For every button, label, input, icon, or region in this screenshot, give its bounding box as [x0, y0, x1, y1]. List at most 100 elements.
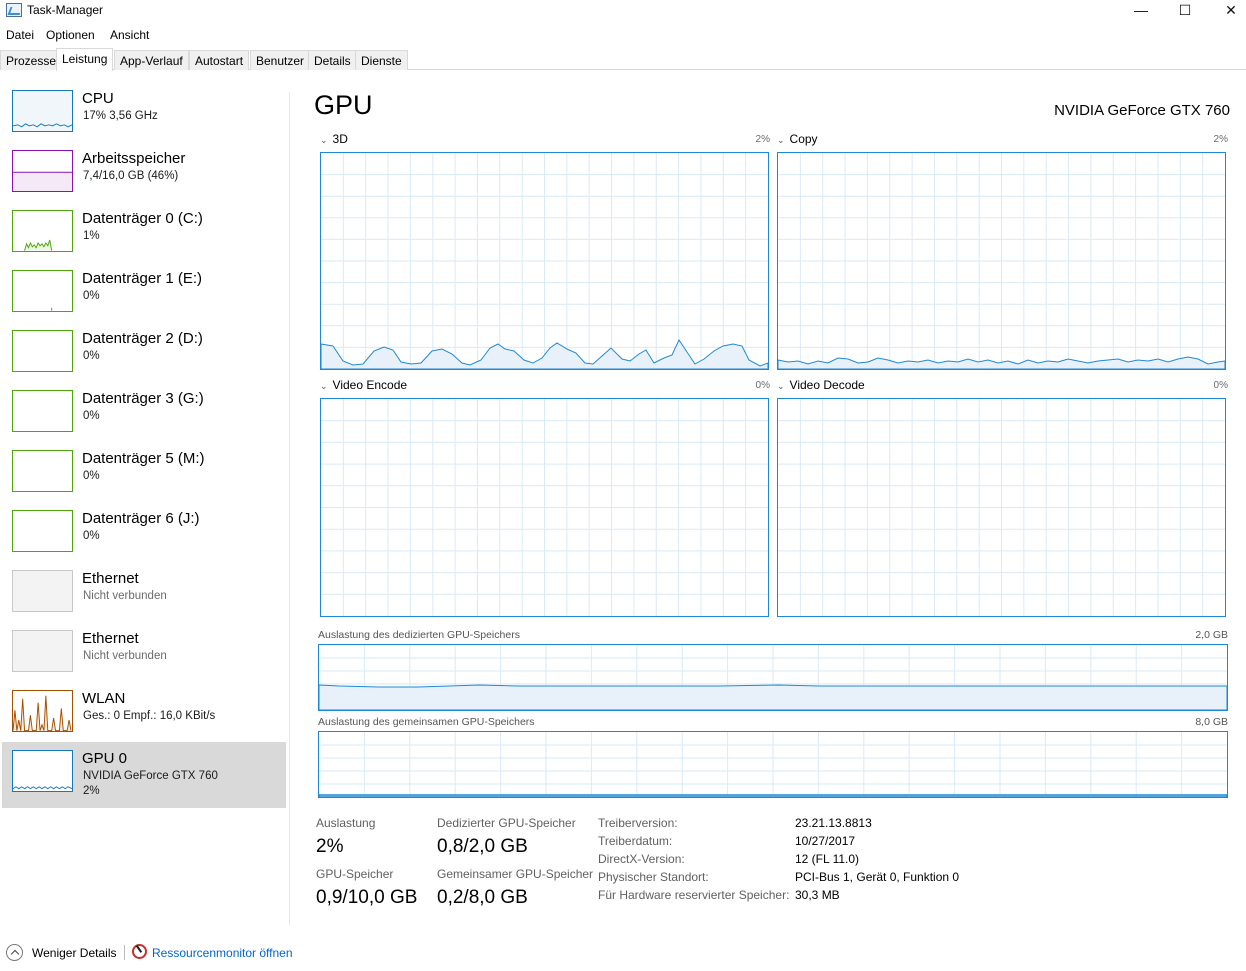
sidebar-item-disk-0[interactable]: Datenträger 0 (C:) 1% [2, 202, 286, 268]
tab-leistung[interactable]: Leistung [56, 48, 114, 71]
driver-date-value: 10/27/2017 [795, 834, 856, 848]
task-manager-icon [6, 3, 22, 17]
sidebar-item-subtitle: 0% [83, 290, 100, 302]
sidebar-item-title: Datenträger 5 (M:) [82, 450, 205, 467]
graph-percent: 2% [1213, 134, 1228, 145]
sidebar-item-subtitle: 17% 3,56 GHz [83, 110, 158, 122]
sidebar-item-subtitle: NVIDIA GeForce GTX 760 [83, 770, 218, 782]
sidebar-item-cpu[interactable]: CPU 17% 3,56 GHz [2, 82, 286, 148]
usage-value: 2% [316, 836, 344, 857]
title-bar: Task-Manager — ☐ ✕ [0, 0, 1246, 22]
ethernet-thumbnail-graph [12, 570, 73, 612]
sidebar-item-subtitle: 0% [83, 350, 100, 362]
dedicated-memory-stat-value: 0,8/2,0 GB [437, 836, 528, 857]
sidebar-item-subtitle: Ges.: 0 Empf.: 16,0 KBit/s [83, 710, 216, 722]
wlan-thumbnail-graph [12, 690, 73, 732]
sidebar-item-disk-1[interactable]: Datenträger 1 (E:) 0% [2, 262, 286, 328]
sidebar-item-ethernet-2[interactable]: Ethernet Nicht verbunden [2, 622, 286, 688]
physical-location-label: Physischer Standort: [598, 870, 709, 884]
close-button[interactable]: ✕ [1208, 0, 1246, 22]
graph-video-decode [777, 398, 1226, 617]
sidebar-item-title: Arbeitsspeicher [82, 150, 186, 167]
sidebar-item-subtitle: Nicht verbunden [83, 650, 167, 662]
sidebar-item-gpu-0[interactable]: GPU 0 NVIDIA GeForce GTX 760 2% [2, 742, 286, 808]
open-resource-monitor-link[interactable]: Ressourcenmonitor öffnen [152, 946, 293, 960]
graph-label: Copy [789, 132, 818, 146]
graph-selector-copy[interactable]: ⌄ Copy [777, 132, 818, 146]
resource-monitor-icon[interactable] [132, 944, 147, 959]
sidebar-item-subtitle: 0% [83, 530, 100, 542]
sidebar-item-disk-3[interactable]: Datenträger 3 (G:) 0% [2, 382, 286, 448]
graph-label: Video Encode [332, 378, 408, 392]
tab-prozesse[interactable]: Prozesse [0, 50, 63, 70]
graph-selector-video-decode[interactable]: ⌄ Video Decode [777, 378, 865, 392]
disk-thumbnail-graph [12, 510, 73, 552]
sidebar-item-title: Datenträger 6 (J:) [82, 510, 200, 527]
menu-optionen[interactable]: Optionen [46, 28, 95, 42]
reserved-memory-value: 30,3 MB [795, 888, 840, 902]
minimize-button[interactable]: — [1118, 0, 1164, 22]
shared-memory-stat-label: Gemeinsamer GPU-Speicher [437, 867, 594, 881]
chevron-down-icon: ⌄ [320, 381, 328, 391]
sidebar-item-ethernet-1[interactable]: Ethernet Nicht verbunden [2, 562, 286, 628]
tab-bar: Prozesse Leistung App-Verlauf Autostart … [0, 48, 1246, 71]
sidebar-item-title: Datenträger 2 (D:) [82, 330, 203, 347]
graph-percent: 0% [1213, 380, 1228, 391]
shared-memory-max: 8,0 GB [1195, 716, 1228, 728]
gpu-memory-label: GPU-Speicher [316, 867, 394, 881]
gpu-thumbnail-graph [12, 750, 73, 792]
sidebar-item-title: GPU 0 [82, 750, 128, 767]
usage-label: Auslastung [316, 816, 376, 830]
sidebar-item-subtitle: 0% [83, 410, 100, 422]
graph-video-encode [320, 398, 769, 617]
sidebar-item-title: CPU [82, 90, 114, 107]
menu-datei[interactable]: Datei [6, 28, 34, 42]
sidebar-item-subtitle: 0% [83, 470, 100, 482]
sidebar-item-subtitle: Nicht verbunden [83, 590, 167, 602]
driver-version-value: 23.21.13.8813 [795, 816, 872, 830]
tab-dienste[interactable]: Dienste [355, 50, 408, 70]
physical-location-value: PCI-Bus 1, Gerät 0, Funktion 0 [795, 870, 960, 884]
sidebar-item-disk-5[interactable]: Datenträger 5 (M:) 0% [2, 442, 286, 508]
sidebar-item-disk-6[interactable]: Datenträger 6 (J:) 0% [2, 502, 286, 568]
graph-selector-video-encode[interactable]: ⌄ Video Encode [320, 378, 407, 392]
sidebar-item-subtitle-2: 2% [83, 785, 100, 797]
sidebar-item-title: Ethernet [82, 570, 139, 587]
tab-autostart[interactable]: Autostart [189, 50, 250, 70]
directx-version-value: 12 (FL 11.0) [795, 852, 860, 866]
chevron-down-icon: ⌄ [777, 381, 785, 391]
driver-version-label: Treiberversion: [598, 816, 678, 830]
shared-memory-stat-value: 0,2/8,0 GB [437, 887, 528, 908]
sidebar-item-memory[interactable]: Arbeitsspeicher 7,4/16,0 GB (46%) [2, 142, 286, 208]
ethernet-thumbnail-graph [12, 630, 73, 672]
dedicated-memory-graph [318, 644, 1228, 711]
sidebar-item-subtitle: 1% [83, 230, 100, 242]
shared-memory-graph [318, 731, 1228, 798]
tab-app-verlauf[interactable]: App-Verlauf [114, 50, 189, 70]
graph-percent: 2% [755, 134, 770, 145]
tab-details[interactable]: Details [308, 50, 357, 70]
disk-thumbnail-graph [12, 330, 73, 372]
graph-label: Video Decode [789, 378, 865, 392]
gpu-memory-value: 0,9/10,0 GB [316, 887, 418, 908]
maximize-button[interactable]: ☐ [1162, 0, 1208, 22]
footer-divider [124, 945, 125, 960]
graph-selector-3d[interactable]: ⌄ 3D [320, 132, 348, 146]
cpu-thumbnail-graph [12, 90, 73, 132]
reserved-memory-label: Für Hardware reservierter Speicher: [598, 888, 790, 902]
gpu-device-name: NVIDIA GeForce GTX 760 [1054, 102, 1230, 119]
sidebar-item-disk-2[interactable]: Datenträger 2 (D:) 0% [2, 322, 286, 388]
fewer-details-link[interactable]: Weniger Details [32, 946, 116, 960]
sidebar-item-subtitle: 7,4/16,0 GB (46%) [83, 170, 179, 182]
driver-date-label: Treiberdatum: [598, 834, 673, 848]
chevron-up-circle-icon[interactable] [6, 944, 23, 961]
tab-benutzer[interactable]: Benutzer [250, 50, 311, 70]
page-title: GPU [314, 90, 373, 120]
menu-ansicht[interactable]: Ansicht [110, 28, 149, 42]
chevron-down-icon: ⌄ [320, 135, 328, 145]
sidebar-item-title: Datenträger 0 (C:) [82, 210, 203, 227]
disk-thumbnail-graph [12, 390, 73, 432]
sidebar-item-wlan[interactable]: WLAN Ges.: 0 Empf.: 16,0 KBit/s [2, 682, 286, 748]
pane-divider[interactable] [289, 92, 290, 925]
dedicated-memory-max: 2,0 GB [1195, 629, 1228, 641]
